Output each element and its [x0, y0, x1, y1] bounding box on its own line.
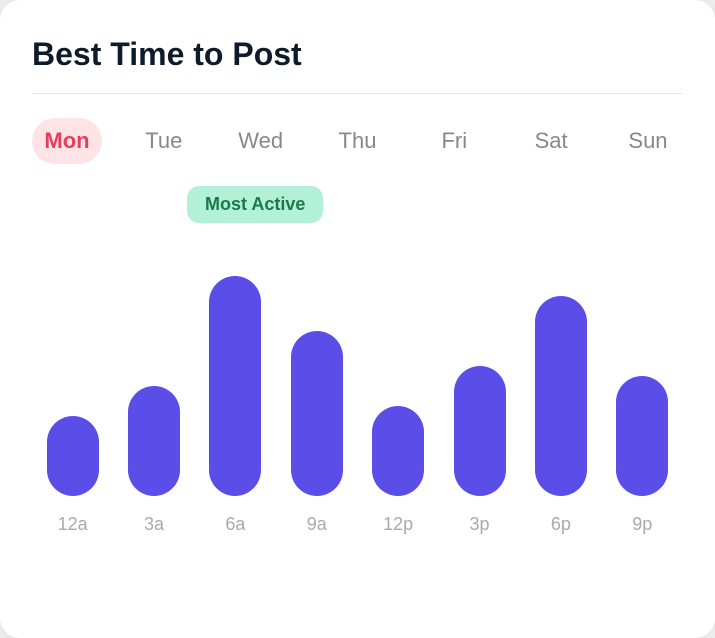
day-item-sat[interactable]: Sat [516, 118, 586, 164]
bar-wrapper-6p [520, 296, 601, 496]
card: Best Time to Post MonTueWedThuFriSatSun … [0, 0, 715, 638]
time-label-9a: 9a [276, 514, 357, 535]
time-label-12a: 12a [32, 514, 113, 535]
time-label-3a: 3a [113, 514, 194, 535]
day-item-tue[interactable]: Tue [129, 118, 199, 164]
bar-wrapper-12a [32, 416, 113, 496]
day-item-thu[interactable]: Thu [322, 118, 392, 164]
time-label-3p: 3p [439, 514, 520, 535]
bar-9p [616, 376, 668, 496]
bar-wrapper-12p [358, 406, 439, 496]
time-label-6p: 6p [520, 514, 601, 535]
bar-wrapper-3p [439, 366, 520, 496]
day-item-sun[interactable]: Sun [613, 118, 683, 164]
day-item-wed[interactable]: Wed [226, 118, 296, 164]
time-label-12p: 12p [358, 514, 439, 535]
most-active-badge: Most Active [187, 186, 323, 223]
bar-wrapper-9p [602, 376, 683, 496]
time-labels: 12a3a6a9a12p3p6p9p [32, 514, 683, 535]
bar-12a [47, 416, 99, 496]
bar-wrapper-9a [276, 331, 357, 496]
bar-wrapper-6a [195, 276, 276, 496]
time-label-6a: 6a [195, 514, 276, 535]
bar-3a [128, 386, 180, 496]
time-label-9p: 9p [602, 514, 683, 535]
day-item-mon[interactable]: Mon [32, 118, 102, 164]
chart-area: Most Active 12a3a6a9a12p3p6p9p [32, 196, 683, 606]
bar-3p [454, 366, 506, 496]
bar-wrapper-3a [113, 386, 194, 496]
bar-6a [209, 276, 261, 496]
bar-9a [291, 331, 343, 496]
bar-6p [535, 296, 587, 496]
divider [32, 93, 683, 94]
day-item-fri[interactable]: Fri [419, 118, 489, 164]
bars-container [32, 196, 683, 496]
bar-12p [372, 406, 424, 496]
page-title: Best Time to Post [32, 36, 683, 73]
days-row: Mon Tue Wed Thu Fri Sat Sun [32, 118, 683, 164]
